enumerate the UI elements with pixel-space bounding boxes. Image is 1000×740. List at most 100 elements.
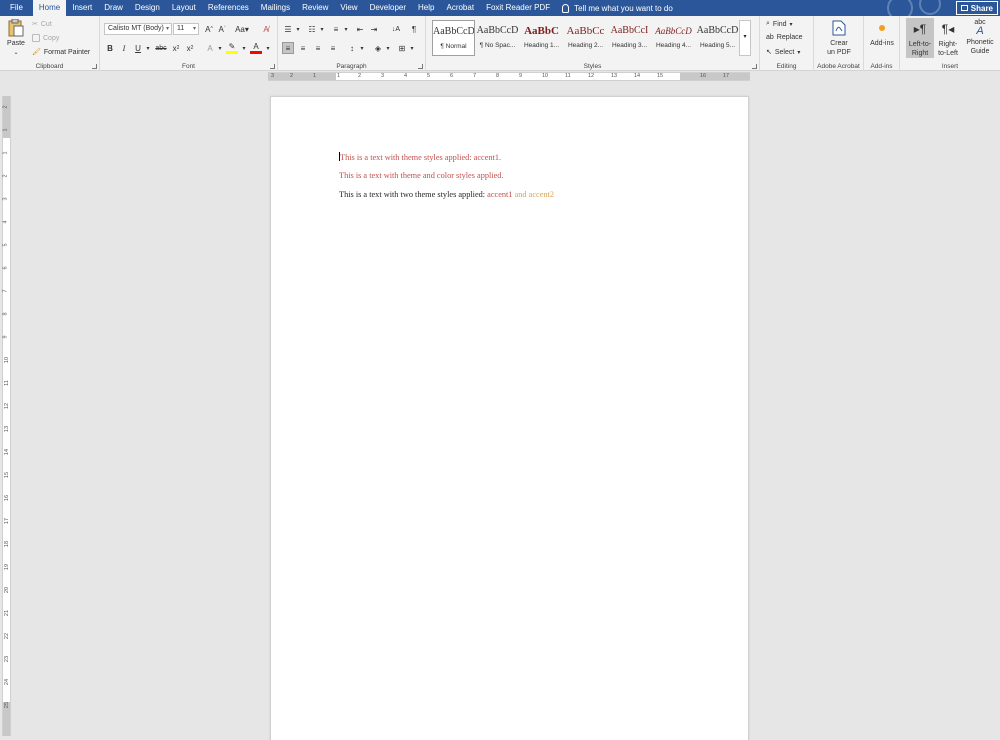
align-left-icon[interactable]: ≡ (282, 42, 294, 54)
tab-insert[interactable]: Insert (66, 0, 98, 16)
bullets-dropdown-icon[interactable]: ▾ (292, 23, 304, 35)
paintbrush-icon: 🖌 (32, 49, 41, 56)
bold-icon[interactable]: B (104, 42, 116, 54)
borders-dropdown-icon[interactable]: ▾ (406, 42, 418, 54)
clipboard-launcher-icon[interactable] (92, 64, 97, 69)
subscript-icon[interactable]: x2 (170, 42, 182, 54)
tab-draw[interactable]: Draw (98, 0, 129, 16)
tab-home[interactable]: Home (32, 0, 67, 16)
tell-me-box[interactable]: Tell me what you want to do (562, 3, 673, 13)
tab-view[interactable]: View (334, 0, 363, 16)
ruler-number: 9 (519, 73, 523, 79)
left-to-right-button[interactable]: ▸¶ Left-to- Right (906, 18, 934, 58)
vertical-ruler[interactable]: 2 1 1 2 3 4 5 6 7 8 9 10 11 12 13 14 15 16 17 18 19 20 21 22 23 2… (2, 96, 11, 736)
find-button[interactable]: ⌕ Find ▾ (766, 20, 793, 28)
paragraph-1[interactable]: This is a text with theme styles applied… (339, 152, 501, 162)
line-spacing-dropdown-icon[interactable]: ▾ (356, 42, 368, 54)
paste-dropdown-icon[interactable]: ⌄ (13, 50, 18, 56)
italic-icon[interactable]: I (118, 42, 130, 54)
tab-developer[interactable]: Developer (364, 0, 412, 16)
change-case-button[interactable]: Aa ▾ (232, 23, 252, 35)
vruler-number: 13 (4, 425, 11, 433)
decrease-indent-icon[interactable]: ⇤ (354, 23, 366, 35)
ruler-number: 12 (588, 73, 595, 79)
tab-references[interactable]: References (202, 0, 255, 16)
sort-icon[interactable]: ↓A (390, 23, 402, 35)
replace-label: Replace (776, 34, 803, 41)
highlight-icon[interactable]: ✎ (226, 42, 238, 54)
tab-foxit-reader-pdf[interactable]: Foxit Reader PDF (480, 0, 556, 16)
create-pdf-button[interactable]: Crear un PDF (818, 19, 860, 57)
paragraph-2[interactable]: This is a text with theme and color styl… (339, 171, 504, 180)
tab-acrobat[interactable]: Acrobat (440, 0, 480, 16)
format-painter-label: Format Painter (43, 48, 91, 56)
cut-label: Cut (40, 20, 52, 28)
font-color-dropdown-icon[interactable]: ▾ (262, 42, 274, 54)
tab-file[interactable]: File (0, 0, 33, 16)
horizontal-ruler[interactable]: 3 2 1 1 2 3 4 5 6 7 8 9 10 11 12 13 14 15 16 17 (268, 72, 750, 81)
font-name-dropdown[interactable]: Calisto MT (Body) (104, 23, 172, 35)
right-to-left-button[interactable]: ¶◂ Right- to-Left (934, 20, 962, 58)
strikethrough-icon[interactable]: abc (155, 42, 167, 54)
style-preview: AaBbCc (566, 25, 605, 37)
style-item[interactable]: AaBbC Heading 1... (520, 20, 563, 56)
paste-button[interactable]: Paste ⌄ (4, 19, 28, 58)
tab-mailings[interactable]: Mailings (255, 0, 296, 16)
ruler-number: 16 (700, 73, 707, 79)
vruler-number: 20 (4, 586, 11, 594)
share-label: Share (970, 3, 993, 13)
multilevel-dropdown-icon[interactable]: ▾ (340, 23, 352, 35)
tab-layout[interactable]: Layout (166, 0, 202, 16)
tab-review[interactable]: Review (296, 0, 334, 16)
ruler-number: 11 (565, 73, 571, 79)
style-item[interactable]: AaBbCcD ¶ No Spac... (476, 20, 519, 56)
shading-dropdown-icon[interactable]: ▾ (382, 42, 394, 54)
adobe-group: Crear un PDF Adobe Acrobat (814, 16, 864, 71)
style-item[interactable]: AaBbCcI Heading 3... (608, 20, 651, 56)
copy-button[interactable]: Copy (32, 34, 59, 42)
grow-font-icon[interactable]: A ^ (203, 23, 215, 35)
select-button[interactable]: ↖ Select ▾ (766, 48, 800, 57)
tab-help[interactable]: Help (412, 0, 440, 16)
align-right-icon[interactable]: ≡ (312, 42, 324, 54)
font-size-dropdown[interactable]: 11 (173, 23, 199, 35)
clipboard-group-label: Clipboard (35, 63, 64, 70)
superscript-icon[interactable]: x2 (184, 42, 196, 54)
addins-button[interactable]: Add-ins (866, 19, 898, 48)
highlight-dropdown-icon[interactable]: ▾ (238, 42, 250, 54)
paragraph-launcher-icon[interactable] (418, 64, 423, 69)
font-color-icon[interactable]: A (250, 42, 262, 54)
increase-indent-icon[interactable]: ⇥ (368, 23, 380, 35)
cut-button[interactable]: ✂ Cut (32, 20, 52, 29)
align-center-icon[interactable]: ≡ (297, 42, 309, 54)
tab-design[interactable]: Design (129, 0, 166, 16)
style-item[interactable]: AaBbCcD Heading 4... (652, 20, 695, 56)
vruler-number: 22 (4, 632, 11, 640)
styles-launcher-icon[interactable] (752, 64, 757, 69)
styles-more-icon[interactable]: ▾ (739, 20, 751, 56)
phonetic-guide-button[interactable]: abc A Phonetic Guide (962, 18, 998, 56)
vruler-number: 14 (4, 448, 11, 456)
ltr-line1: Left-to- (908, 41, 932, 48)
paragraph-3[interactable]: This is a text with two theme styles app… (339, 190, 554, 199)
font-launcher-icon[interactable] (270, 64, 275, 69)
numbering-dropdown-icon[interactable]: ▾ (316, 23, 328, 35)
show-formatting-icon[interactable]: ¶ (408, 23, 420, 35)
style-item[interactable]: AaBbCcD Heading 5... (696, 20, 739, 56)
document-page[interactable]: This is a text with theme styles applied… (270, 96, 749, 740)
format-painter-button[interactable]: 🖌 Format Painter (32, 48, 91, 57)
vruler-number: 6 (2, 266, 9, 270)
clear-formatting-icon[interactable]: A̸ (260, 23, 272, 35)
underline-dropdown-icon[interactable]: ▾ (142, 42, 154, 54)
share-button[interactable]: Share (955, 1, 998, 15)
justify-icon[interactable]: ≡ (327, 42, 339, 54)
style-item[interactable]: AaBbCc Heading 2... (564, 20, 607, 56)
shrink-font-icon[interactable]: Aˇ (216, 23, 228, 35)
ribbon-tabs: File Home Insert Draw Design Layout References… (0, 0, 556, 16)
text-effects-dropdown-icon[interactable]: ▾ (214, 42, 226, 54)
replace-button[interactable]: ab Replace (766, 34, 802, 41)
phonetic-line1: Phonetic (966, 39, 994, 46)
style-item[interactable]: AaBbCcD ¶ Normal (432, 20, 475, 56)
rtl-icon: ¶◂ (941, 21, 955, 36)
phonetic-line2: Guide (970, 48, 990, 55)
